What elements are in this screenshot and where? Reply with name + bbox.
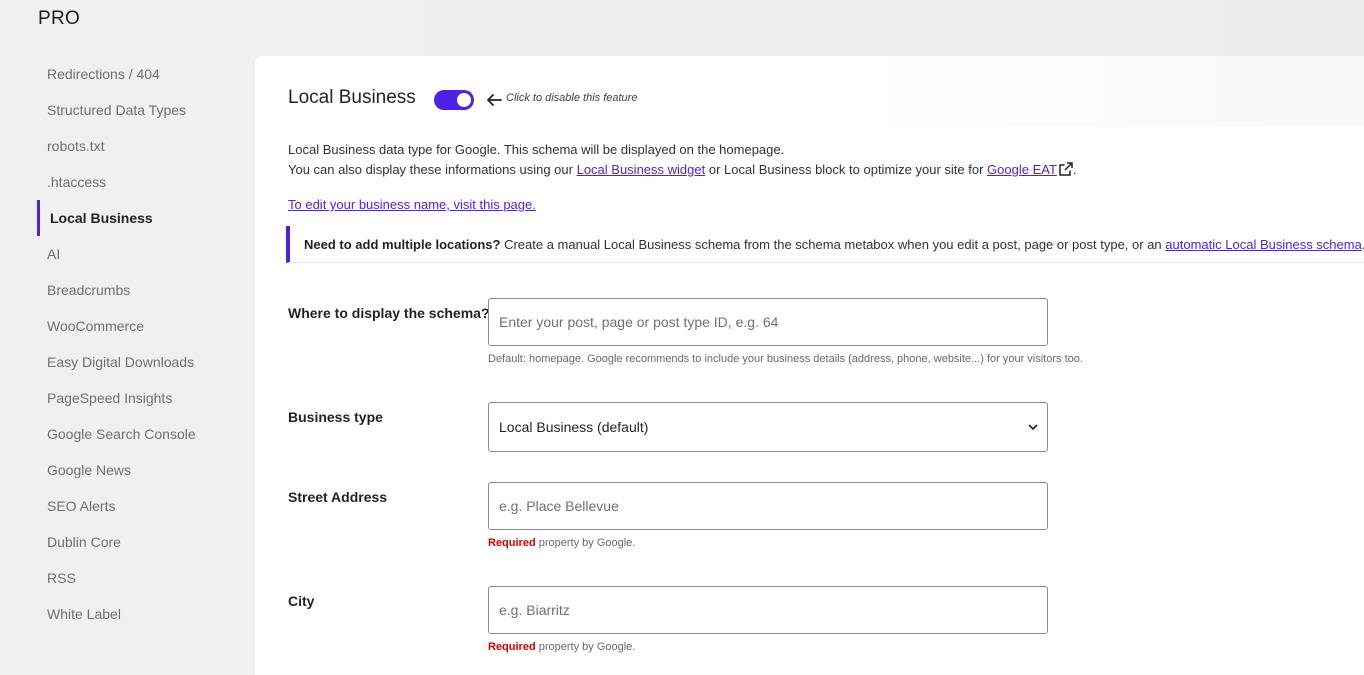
sidebar-item-ai[interactable]: AI <box>37 236 247 272</box>
panel-header <box>255 56 1364 126</box>
street-required-note: Required property by Google. <box>488 537 635 549</box>
toggle-knob <box>457 93 471 107</box>
sidebar-item-structured-data-types[interactable]: Structured Data Types <box>37 92 247 128</box>
display-schema-input[interactable] <box>488 298 1048 346</box>
google-eat-link[interactable]: Google EAT <box>987 162 1057 177</box>
notice-title: Need to add multiple locations? <box>304 237 501 252</box>
top-bar: PRO <box>0 0 1364 56</box>
local-business-widget-link[interactable]: Local Business widget <box>577 162 706 177</box>
description-text: or Local Business block to optimize your… <box>705 162 988 177</box>
description-text: You can also display these informations … <box>288 162 577 177</box>
chevron-down-icon <box>1028 424 1038 431</box>
brand-label: PRO <box>38 8 81 29</box>
sidebar-item-pagespeed-insights[interactable]: PageSpeed Insights <box>37 380 247 416</box>
required-text: property by Google. <box>535 641 636 653</box>
external-link-icon[interactable] <box>1059 162 1073 176</box>
sidebar-item-local-business[interactable]: Local Business <box>37 200 247 236</box>
description-line-1: Local Business data type for Google. Thi… <box>288 142 785 157</box>
sidebar-item-easy-digital-downloads[interactable]: Easy Digital Downloads <box>37 344 247 380</box>
sidebar: Redirections / 404 Structured Data Types… <box>0 56 255 675</box>
city-label: City <box>288 593 315 609</box>
toggle-hint: Click to disable this feature <box>506 92 638 104</box>
street-address-input[interactable] <box>488 482 1048 530</box>
display-schema-label: Where to display the schema? <box>288 305 490 321</box>
street-address-label: Street Address <box>288 489 388 505</box>
page-title: Local Business <box>288 87 416 108</box>
sidebar-item-white-label[interactable]: White Label <box>37 596 247 632</box>
feature-toggle[interactable] <box>434 90 474 110</box>
business-type-select[interactable]: Local Business (default) <box>488 402 1048 452</box>
business-type-label: Business type <box>288 409 383 425</box>
sidebar-item-dublin-core[interactable]: Dublin Core <box>37 524 247 560</box>
sidebar-item-htaccess[interactable]: .htaccess <box>37 164 247 200</box>
sidebar-item-woocommerce[interactable]: WooCommerce <box>37 308 247 344</box>
required-text: property by Google. <box>535 537 636 549</box>
city-input[interactable] <box>488 586 1048 634</box>
required-badge: Required <box>488 537 536 549</box>
multiple-locations-notice: Need to add multiple locations? Create a… <box>286 226 1364 263</box>
sidebar-item-breadcrumbs[interactable]: Breadcrumbs <box>37 272 247 308</box>
description-text: . <box>1072 162 1077 177</box>
edit-business-name-link[interactable]: To edit your business name, visit this p… <box>288 197 536 212</box>
notice-text: Create a manual Local Business schema fr… <box>500 237 1166 252</box>
city-required-note: Required property by Google. <box>488 641 635 653</box>
required-badge: Required <box>488 641 536 653</box>
main-panel: Local Business Click to disable this fea… <box>255 56 1364 675</box>
sidebar-item-redirections[interactable]: Redirections / 404 <box>37 56 247 92</box>
display-schema-help: Default: homepage. Google recommends to … <box>488 353 1083 365</box>
sidebar-item-robots-txt[interactable]: robots.txt <box>37 128 247 164</box>
automatic-schema-link[interactable]: automatic Local Business schema <box>1165 237 1362 252</box>
sidebar-item-seo-alerts[interactable]: SEO Alerts <box>37 488 247 524</box>
sidebar-item-google-search-console[interactable]: Google Search Console <box>37 416 247 452</box>
description-line-2: You can also display these informations … <box>288 162 1077 177</box>
business-type-value: Local Business (default) <box>499 419 649 435</box>
sidebar-item-google-news[interactable]: Google News <box>37 452 247 488</box>
arrow-left-icon <box>487 94 502 106</box>
sidebar-item-rss[interactable]: RSS <box>37 560 247 596</box>
